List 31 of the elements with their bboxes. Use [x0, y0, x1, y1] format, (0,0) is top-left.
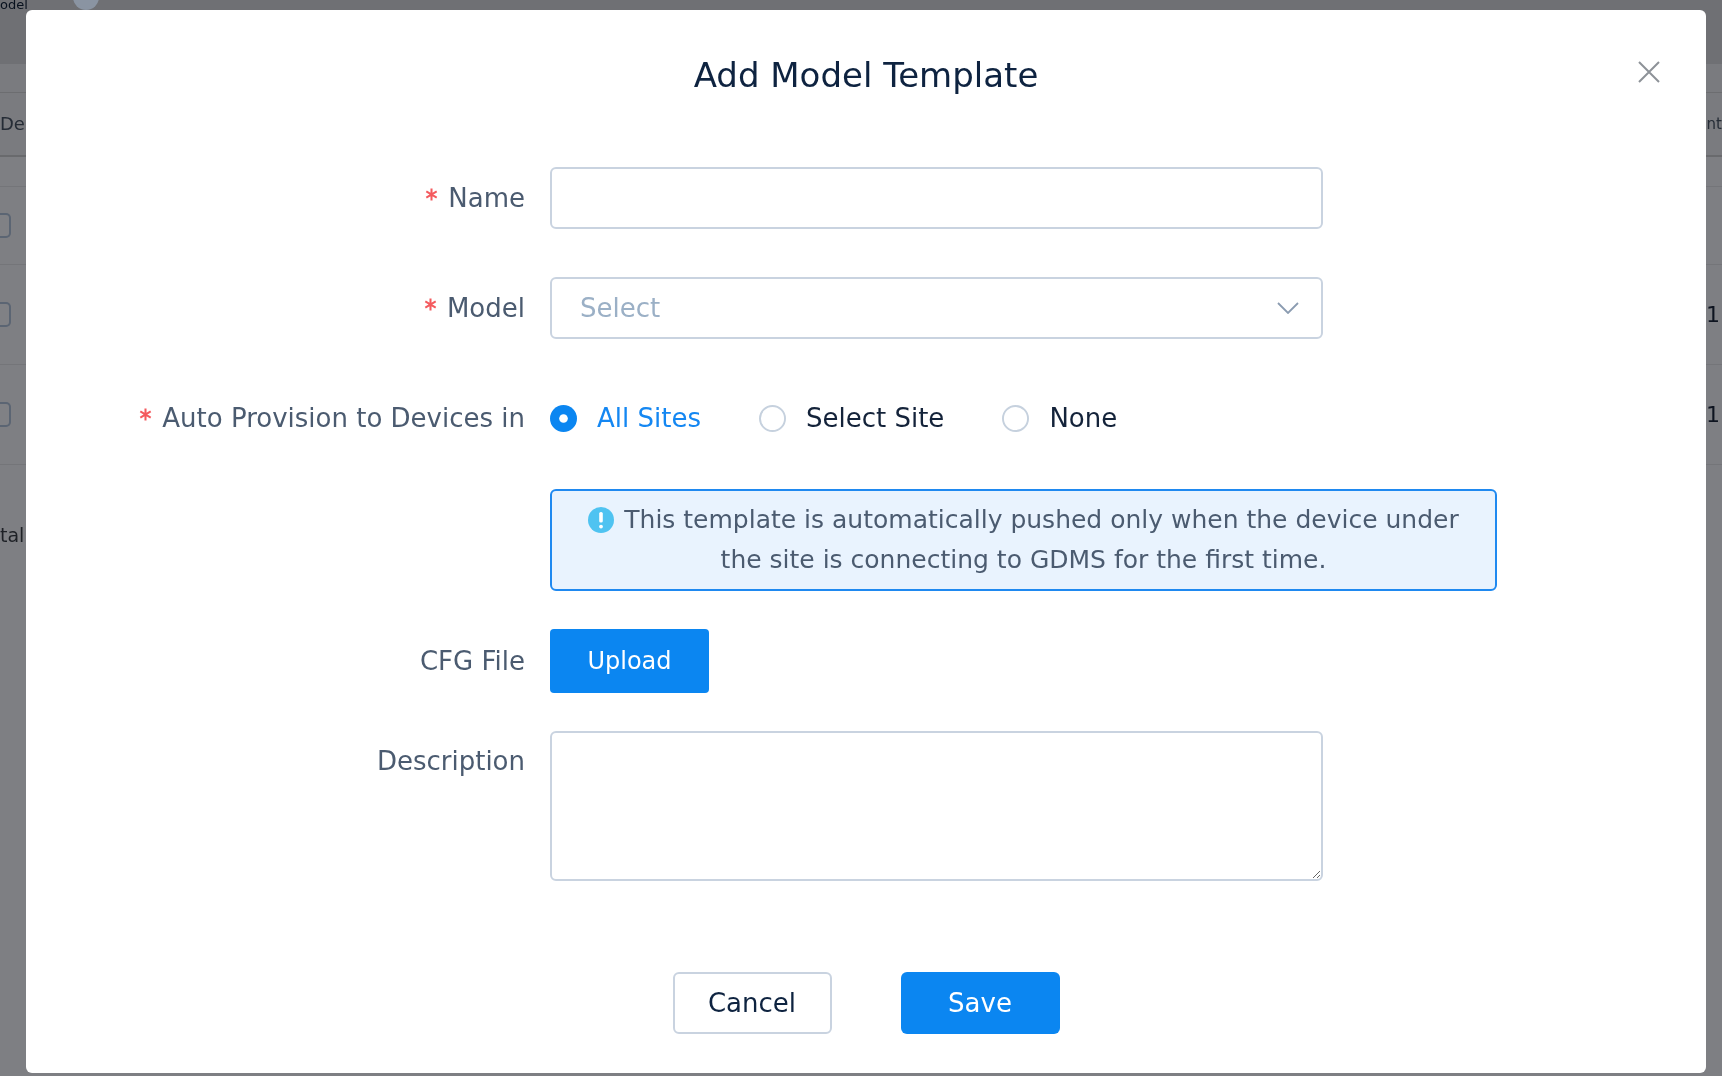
table-cell-text: 1	[1706, 301, 1721, 328]
chevron-down-icon	[1277, 302, 1299, 314]
radio-icon[interactable]	[550, 404, 577, 432]
close-icon[interactable]	[1638, 61, 1660, 83]
checkbox[interactable]	[0, 213, 11, 238]
column-header: nt	[1706, 114, 1722, 135]
radio-option[interactable]: Select Site	[758, 403, 945, 433]
upload-button[interactable]: Upload	[550, 629, 709, 693]
field-label: Model	[446, 292, 525, 325]
column-header: De	[0, 113, 25, 135]
radio-icon[interactable]	[758, 404, 786, 432]
cancel-button[interactable]: Cancel	[672, 972, 832, 1034]
info-text: This template is automatically pushed only when the device under the site is connecting to GDMS for the first time.	[624, 505, 1459, 574]
radio-icon[interactable]	[1002, 404, 1030, 432]
exclamation-circle-icon	[588, 507, 615, 533]
field-label: Description	[376, 745, 525, 778]
table-cell-text: 1	[1706, 401, 1721, 428]
page-title: odel	[0, 0, 28, 10]
text-field[interactable]	[550, 167, 1323, 229]
dialog-title: Add Model Template	[693, 54, 1039, 97]
checkbox[interactable]	[0, 302, 11, 327]
footer-text: tal	[0, 524, 25, 546]
checkbox[interactable]	[0, 402, 11, 427]
field-label: CFG File	[419, 645, 525, 678]
radio-option[interactable]: All Sites	[550, 403, 701, 433]
field-label: Auto Provision to Devices in	[162, 402, 525, 435]
radio-option[interactable]: None	[1002, 403, 1118, 433]
textarea-field[interactable]	[550, 731, 1323, 881]
select-field[interactable]: Select	[550, 277, 1323, 339]
save-button[interactable]: Save	[900, 972, 1060, 1034]
field-label: Name	[448, 182, 525, 215]
